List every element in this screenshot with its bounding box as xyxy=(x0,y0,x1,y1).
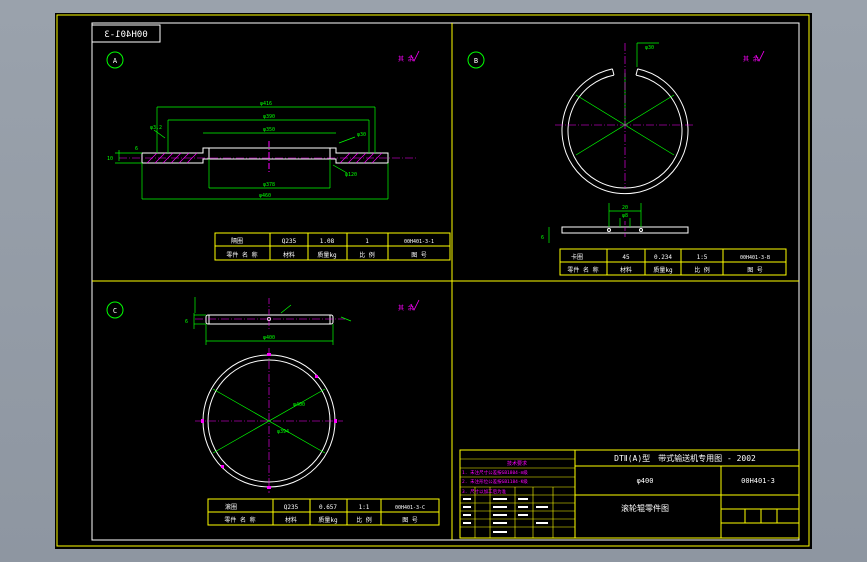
view-c-parts-table: 滚圈 Q235 0.657 1:1 00H401-3-C 零件 名 称 材料 质… xyxy=(207,498,440,526)
table-a-h4: 比 例 xyxy=(359,251,375,259)
title-spec: φ400 xyxy=(637,477,654,485)
table-b-h4: 比 例 xyxy=(694,266,710,274)
table-c-drawing: 00H401-3-C xyxy=(395,505,425,511)
dim-b-span: 20 xyxy=(622,205,628,211)
table-b-scale: 1:5 xyxy=(697,254,708,261)
table-c-name: 滚圈 xyxy=(225,503,237,511)
table-c-mass: 0.657 xyxy=(319,504,337,511)
notes-title: 技术要求 xyxy=(507,460,527,467)
dim-a-outer: φ416 xyxy=(260,101,272,107)
table-b-name: 卡圈 xyxy=(571,253,583,261)
table-b-h3: 质量kg xyxy=(653,266,673,274)
view-c-label: C xyxy=(113,307,117,315)
dim-c-outer: φ400 xyxy=(293,402,305,408)
table-a-h2: 材料 xyxy=(283,251,295,259)
title-main: DTⅡ(A)型 带式输送机专用图 - 2002 xyxy=(614,453,756,463)
table-b-h5: 图 号 xyxy=(747,267,763,274)
title-block: DTⅡ(A)型 带式输送机专用图 - 2002 φ400 00H401-3 滚轮… xyxy=(459,449,800,539)
dim-b-top: φ30 xyxy=(645,45,654,51)
dim-a-chamfer: φ30 xyxy=(357,132,366,138)
dim-a-inner: φ390 xyxy=(263,114,275,120)
dim-a-total: φ460 xyxy=(259,193,271,199)
table-b-material: 45 xyxy=(622,254,630,261)
view-b: B 其 余 φ30 20 φ8 6 卡圈 45 0.234 1:5 00H401… xyxy=(467,42,787,276)
table-a-name: 隔圈 xyxy=(231,237,243,245)
table-b-mass: 0.234 xyxy=(654,254,672,261)
table-b-h1: 零件 名 称 xyxy=(567,266,598,274)
drawing-viewport[interactable]: 00H401-3 A 其 余 φ416 φ390 φ350 φ378 φ460 … xyxy=(55,13,812,549)
table-c-h2: 材料 xyxy=(285,516,297,524)
dim-a-step: 6 xyxy=(135,146,138,152)
notes-line-1: 1. 未注尺寸公差按GB1804-m级 xyxy=(462,469,528,476)
view-a: A 其 余 φ416 φ390 φ350 φ378 φ460 φ30 φ3.2 … xyxy=(106,50,451,261)
view-b-label: B xyxy=(474,57,478,65)
table-a-h5: 图 号 xyxy=(411,252,427,259)
table-c-material: Q235 xyxy=(284,504,299,511)
table-a-h1: 零件 名 称 xyxy=(226,251,257,259)
view-b-side xyxy=(548,203,689,243)
table-a-drawing: 00H401-3-1 xyxy=(404,239,434,245)
dim-b-hole: φ8 xyxy=(622,213,628,219)
dim-a-hub: φ378 xyxy=(263,182,275,188)
view-b-gap-left xyxy=(611,68,615,76)
dim-c-inner: φ394 xyxy=(277,429,289,435)
title-part-name: 滚轮辊零件图 xyxy=(621,503,669,513)
table-c-h3: 质量kg xyxy=(318,516,338,524)
dim-a-rough: φ3.2 xyxy=(150,125,162,131)
table-a-material: Q235 xyxy=(282,238,297,245)
view-b-gap-right xyxy=(635,68,639,76)
title-code: 00H401-3 xyxy=(741,477,775,485)
dim-c-length: φ400 xyxy=(263,335,275,341)
table-a-h3: 质量kg xyxy=(317,251,337,259)
table-a-mass: 1.08 xyxy=(320,238,335,245)
cad-drawing: 00H401-3 A 其 余 φ416 φ390 φ350 φ378 φ460 … xyxy=(56,14,810,547)
notes-line-3: 3. 尺寸以加工后为准 xyxy=(462,488,507,495)
dim-a-angle: φ120 xyxy=(345,172,357,178)
table-c-h5: 图 号 xyxy=(402,517,418,524)
view-b-parts-table: 卡圈 45 0.234 1:5 00H401-3-B 零件 名 称 材料 质量k… xyxy=(559,248,787,276)
dim-a-thick: 10 xyxy=(107,156,113,162)
table-b-drawing: 00H401-3-B xyxy=(740,255,770,261)
view-a-parts-table: 隔圈 Q235 1.08 1 00H401-3-1 零件 名 称 材料 质量kg… xyxy=(214,232,451,261)
table-c-scale: 1:1 xyxy=(359,504,370,511)
table-b-h2: 材料 xyxy=(620,266,632,274)
table-c-h1: 零件 名 称 xyxy=(224,516,255,524)
view-a-label: A xyxy=(113,57,118,65)
dim-b-thick: 6 xyxy=(541,235,544,241)
dim-c-thick: 6 xyxy=(185,319,188,325)
table-c-h4: 比 例 xyxy=(356,516,372,524)
table-a-scale: 1 xyxy=(365,238,369,245)
drawing-number-box: 00H401-3 xyxy=(91,24,161,43)
dim-a-bore: φ350 xyxy=(263,127,275,133)
drawing-number-mirrored: 00H401-3 xyxy=(104,30,147,40)
notes-line-2: 2. 未注形位公差按GB1184-K级 xyxy=(462,478,528,485)
view-c: C 其 余 φ400 6 φ400 φ394 滚圈 Q235 0.657 1:1… xyxy=(106,297,440,526)
